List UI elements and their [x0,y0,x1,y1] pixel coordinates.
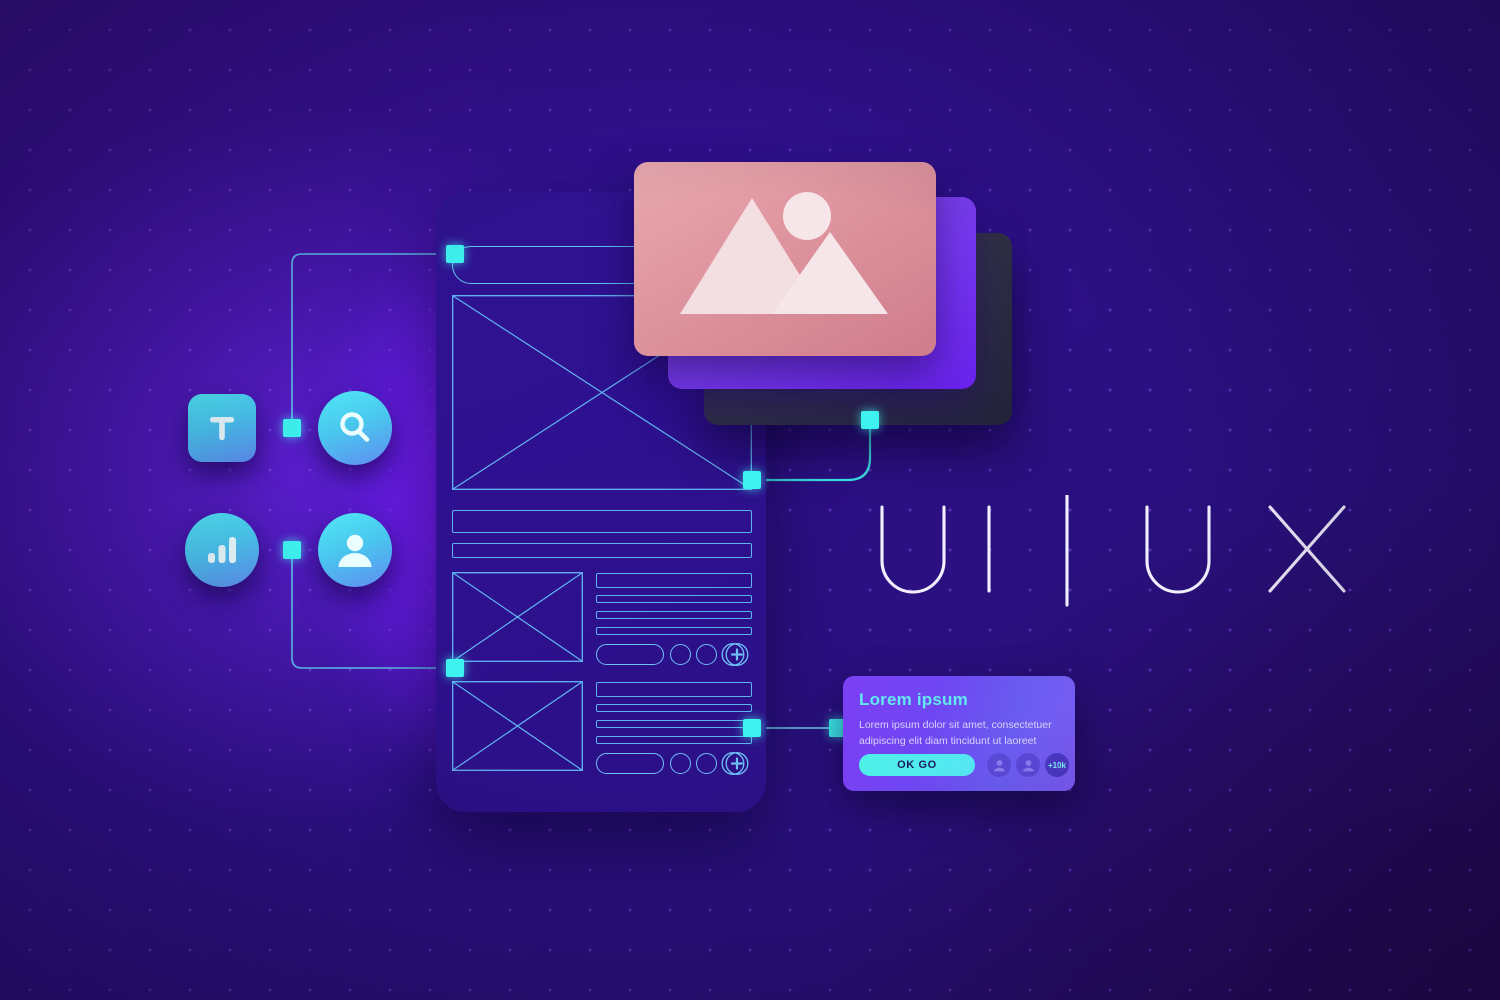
connector-node[interactable] [743,719,761,737]
page-title [866,491,1366,625]
wireframe-circle-button[interactable] [696,753,717,774]
magnifier-glyph [340,412,370,442]
lorem-card-body-line-1: Lorem ipsum dolor sit amet, consectetuer [859,719,1052,731]
connector-node[interactable] [283,419,301,437]
wireframe-text-line [596,704,752,712]
lorem-card-body-line-2: adipiscing elit diam tincidunt ut laoree… [859,735,1037,748]
connector-node[interactable] [446,659,464,677]
wireframe-text-line [596,595,752,603]
wireframe-text-line [596,736,752,744]
avatar[interactable] [987,753,1011,777]
bar-chart-glyph [208,537,236,563]
wireframe-thumb-placeholder [452,681,583,771]
wireframe-text-line [596,627,752,635]
wireframe-text-line [596,720,752,728]
wireframe-circle-button[interactable] [670,644,691,665]
user-profile-icon[interactable] [318,513,392,587]
connector-node[interactable] [861,411,879,429]
wireframe-text-line [596,573,752,588]
wireframe-action-pill[interactable] [596,644,664,665]
text-tool-icon[interactable] [188,394,256,462]
image-preview-card[interactable] [634,162,936,356]
search-icon[interactable] [318,391,392,465]
lorem-ipsum-card[interactable]: Lorem ipsum Lorem ipsum dolor sit amet, … [843,676,1075,791]
ui-ux-lettering [880,491,1346,607]
bar-chart-icon[interactable] [185,513,259,587]
lorem-card-heading: Lorem ipsum [859,690,968,709]
person-glyph [338,534,372,567]
connector-node[interactable] [743,471,761,489]
wireframe-text-bar [452,543,752,558]
add-circle-icon[interactable] [721,751,749,776]
avatar[interactable] [1016,753,1040,777]
connector-node[interactable] [283,541,301,559]
wireframe-circle-button[interactable] [670,753,691,774]
wireframe-thumb-placeholder [452,572,583,662]
wireframe-text-line [596,611,752,619]
add-circle-icon[interactable] [721,642,749,667]
more-users-badge[interactable]: +10k [1045,753,1069,777]
mountain-photo-icon [680,192,888,314]
person-glyph [1022,759,1034,771]
ok-go-button[interactable]: OK GO [859,754,975,776]
wireframe-action-pill[interactable] [596,753,664,774]
illustration-canvas: Lorem ipsum Lorem ipsum dolor sit amet, … [0,0,1500,1000]
wireframe-circle-button[interactable] [696,644,717,665]
person-glyph [993,759,1005,771]
connector-node[interactable] [446,245,464,263]
letter-t-glyph [210,417,234,440]
wireframe-text-bar [452,510,752,533]
wireframe-text-line [596,682,752,697]
